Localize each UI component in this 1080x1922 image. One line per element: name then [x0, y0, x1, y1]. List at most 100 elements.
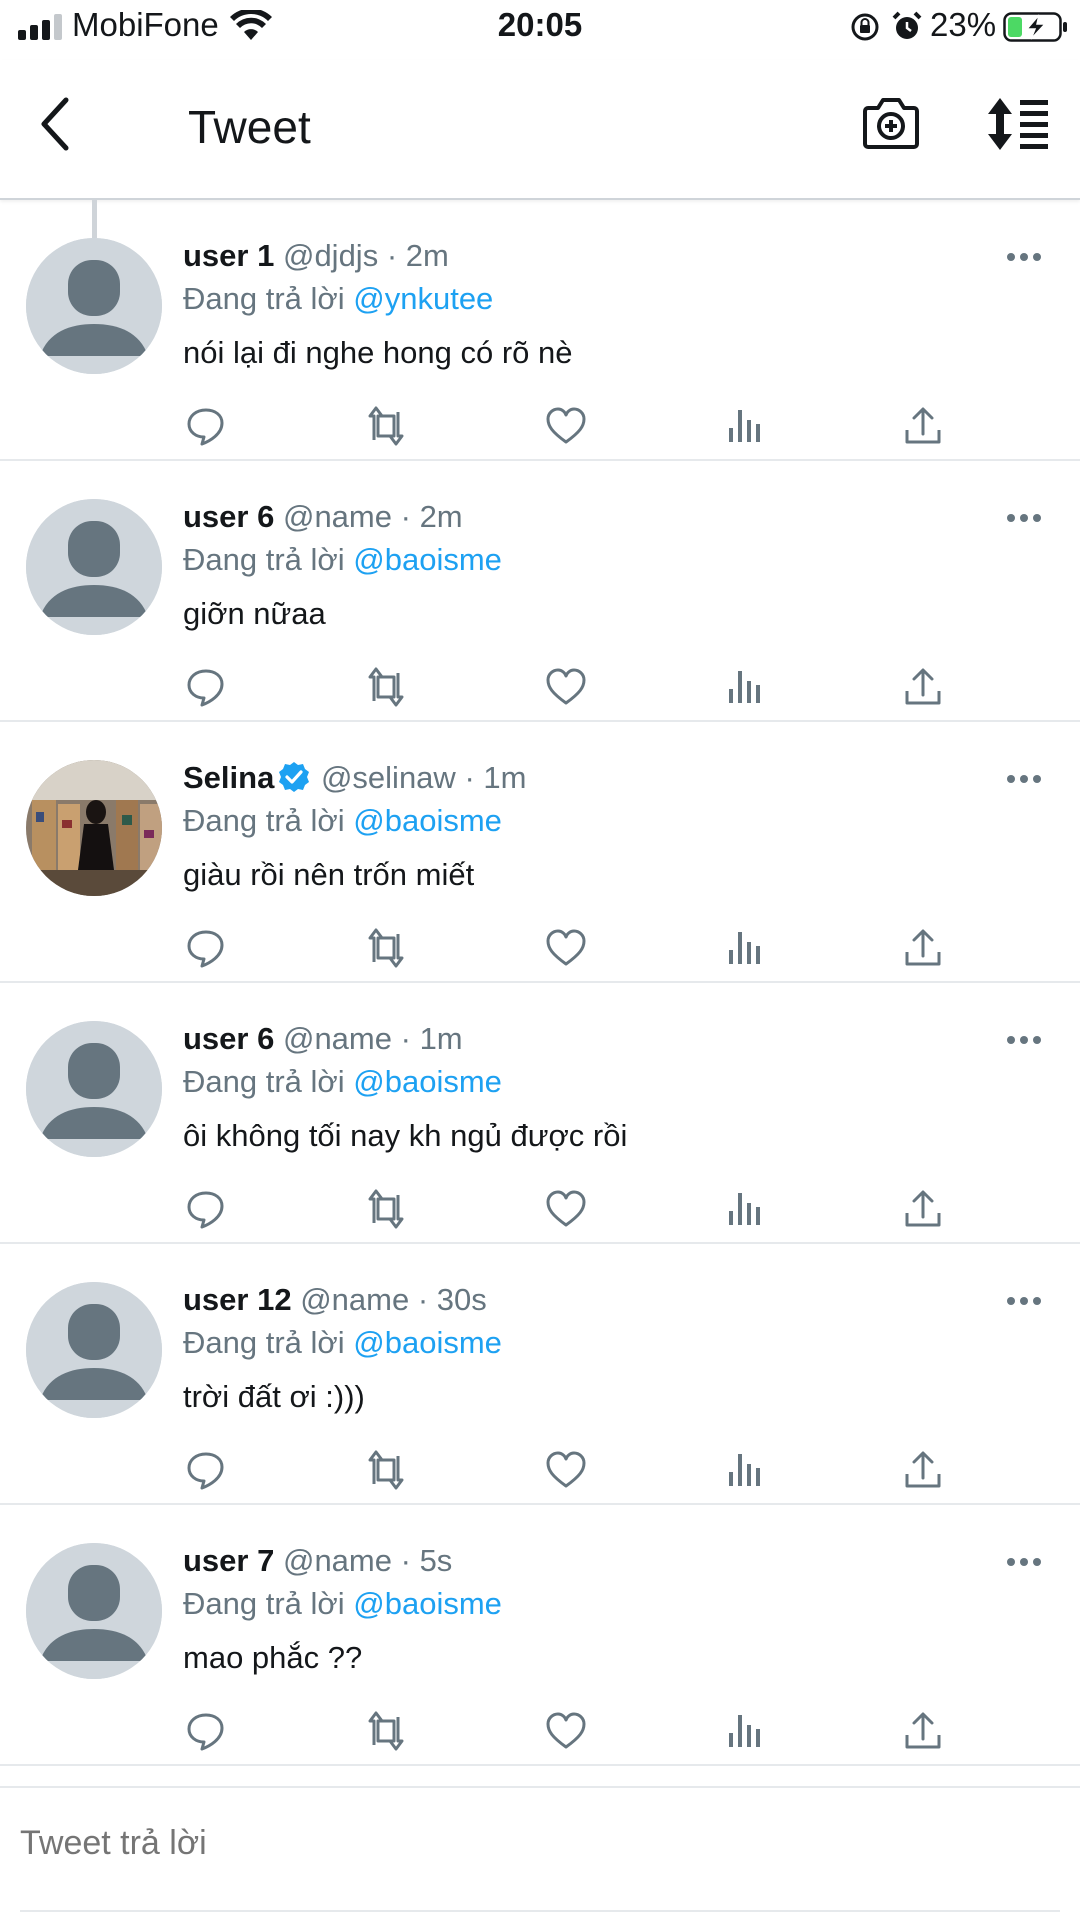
like-icon [546, 668, 586, 705]
user-handle[interactable]: @name [283, 1543, 392, 1578]
retweet-button[interactable] [364, 926, 408, 970]
display-name[interactable]: user 6 [183, 499, 274, 534]
analytics-button[interactable] [723, 665, 767, 709]
tweet-actions [0, 926, 1080, 968]
share-button[interactable] [901, 1709, 945, 1753]
more-options-icon[interactable] [1006, 1033, 1042, 1047]
like-icon [546, 1451, 586, 1488]
share-button[interactable] [901, 1187, 945, 1231]
display-name[interactable]: user 7 [183, 1543, 274, 1578]
reply-target-link[interactable]: @baoisme [353, 542, 502, 577]
tweet-reply[interactable]: user 6 @name · 1m Đang trả lời @baoisme ôi… [0, 981, 1080, 1244]
reply-target-link[interactable]: @baoisme [353, 803, 502, 838]
tweet-reply[interactable]: user 7 @name · 5s Đang trả lời @baoisme ma… [0, 1503, 1080, 1766]
share-button[interactable] [901, 665, 945, 709]
retweet-button[interactable] [364, 665, 408, 709]
replying-to-label: Đang trả lời [183, 281, 345, 316]
avatar[interactable] [26, 1543, 162, 1679]
alarm-icon [892, 11, 922, 39]
analytics-icon [729, 1454, 760, 1486]
separator-dot: · [400, 1543, 411, 1578]
reply-button[interactable] [184, 926, 228, 970]
tweet-reply[interactable]: user 1 @djdjs · 2m Đang trả lời @ynkutee n… [0, 198, 1080, 461]
tweet-reply[interactable]: Selina @selinaw · 1m Đang trả lời @baoism… [0, 720, 1080, 983]
reply-input[interactable] [20, 1824, 1020, 1863]
avatar[interactable] [26, 1282, 162, 1418]
share-button[interactable] [901, 404, 945, 448]
retweet-icon [368, 928, 404, 968]
back-chevron-icon[interactable] [32, 94, 82, 154]
replying-to-line: Đang trả lời @baoisme [183, 1323, 502, 1363]
tweet-timestamp: 2m [419, 499, 463, 534]
user-handle[interactable]: @name [283, 499, 392, 534]
sort-icon[interactable] [986, 96, 1050, 152]
user-handle[interactable]: @name [283, 1021, 392, 1056]
user-handle[interactable]: @name [300, 1282, 409, 1317]
camera-add-icon[interactable] [862, 94, 920, 154]
like-button[interactable] [544, 665, 588, 709]
reply-target-link[interactable]: @baoisme [353, 1064, 502, 1099]
analytics-button[interactable] [723, 1709, 767, 1753]
reply-button[interactable] [184, 665, 228, 709]
tweet-reply[interactable]: user 12 @name · 30s Đang trả lời @baoisme… [0, 1242, 1080, 1505]
like-button[interactable] [544, 404, 588, 448]
avatar[interactable] [26, 499, 162, 635]
user-handle[interactable]: @djdjs [283, 238, 378, 273]
retweet-button[interactable] [364, 1448, 408, 1492]
more-options-icon[interactable] [1006, 1294, 1042, 1308]
avatar[interactable] [26, 760, 162, 896]
like-button[interactable] [544, 1187, 588, 1231]
like-button[interactable] [544, 1709, 588, 1753]
tweet-actions [0, 1187, 1080, 1229]
replying-to-line: Đang trả lời @baoisme [183, 801, 502, 841]
analytics-button[interactable] [723, 404, 767, 448]
replying-to-line: Đang trả lời @baoisme [183, 540, 502, 580]
analytics-button[interactable] [723, 1187, 767, 1231]
separator-dot: · [464, 760, 475, 795]
reply-button[interactable] [184, 404, 228, 448]
tweet-header: user 12 @name · 30s [183, 1280, 487, 1320]
share-button[interactable] [901, 926, 945, 970]
more-options-icon[interactable] [1006, 250, 1042, 264]
retweet-icon [368, 406, 404, 446]
analytics-button[interactable] [723, 1448, 767, 1492]
reply-button[interactable] [184, 1448, 228, 1492]
reply-target-link[interactable]: @baoisme [353, 1586, 502, 1621]
display-name[interactable]: user 6 [183, 1021, 274, 1056]
analytics-button[interactable] [723, 926, 767, 970]
reply-target-link[interactable]: @ynkutee [353, 281, 493, 316]
avatar[interactable] [26, 238, 162, 374]
display-name[interactable]: user 12 [183, 1282, 292, 1317]
display-name[interactable]: Selina [183, 760, 274, 795]
reply-button[interactable] [184, 1709, 228, 1753]
retweet-button[interactable] [364, 404, 408, 448]
retweet-button[interactable] [364, 1709, 408, 1753]
share-icon [905, 407, 941, 444]
reply-icon [187, 930, 224, 968]
replying-to-label: Đang trả lời [183, 1586, 345, 1621]
like-icon [546, 929, 586, 966]
replying-to-line: Đang trả lời @baoisme [183, 1062, 502, 1102]
tweet-header: Selina @selinaw · 1m [183, 758, 526, 798]
more-options-icon[interactable] [1006, 772, 1042, 786]
profile-photo-icon [26, 760, 162, 896]
share-button[interactable] [901, 1448, 945, 1492]
user-handle[interactable]: @selinaw [321, 760, 456, 795]
like-button[interactable] [544, 1448, 588, 1492]
more-options-icon[interactable] [1006, 1555, 1042, 1569]
reply-target-link[interactable]: @baoisme [353, 1325, 502, 1360]
tweet-reply[interactable]: user 6 @name · 2m Đang trả lời @baoisme gi… [0, 459, 1080, 722]
reply-button[interactable] [184, 1187, 228, 1231]
share-icon [905, 1712, 941, 1749]
share-icon [905, 668, 941, 705]
share-icon [905, 929, 941, 966]
display-name[interactable]: user 1 [183, 238, 274, 273]
retweet-button[interactable] [364, 1187, 408, 1231]
like-icon [546, 407, 586, 444]
analytics-icon [729, 671, 760, 703]
like-button[interactable] [544, 926, 588, 970]
analytics-icon [729, 1715, 760, 1747]
replying-to-label: Đang trả lời [183, 542, 345, 577]
more-options-icon[interactable] [1006, 511, 1042, 525]
avatar[interactable] [26, 1021, 162, 1157]
